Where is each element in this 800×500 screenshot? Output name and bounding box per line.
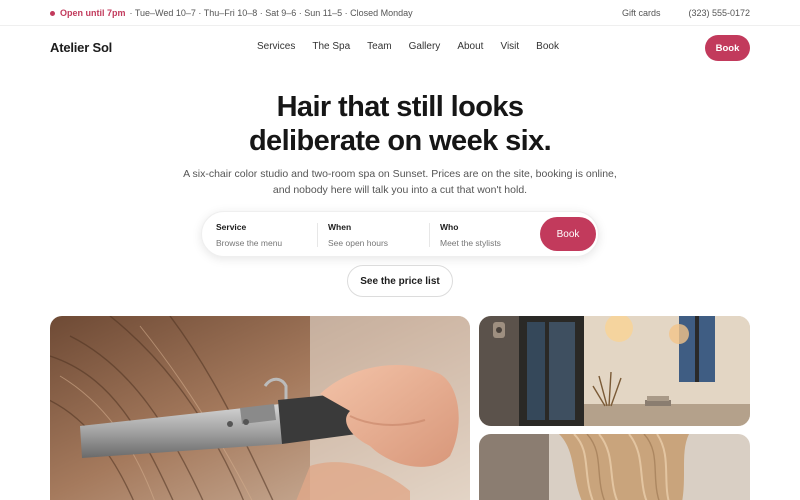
nav-link-book[interactable]: Book (536, 41, 559, 52)
service-value: Browse the menu (216, 238, 283, 248)
nav-link-gallery[interactable]: Gallery (409, 41, 441, 52)
who-value: Meet the stylists (440, 238, 501, 248)
hero-headline: Hair that still looks deliberate on week… (0, 90, 800, 158)
hero-subtitle: A six-chair color studio and two-room sp… (180, 166, 620, 198)
opening-hours: Open until 7pm · Tue–Wed 10–7 · Thu–Fri … (50, 8, 413, 18)
service-label: Service (216, 222, 247, 232)
who-label: Who (440, 222, 459, 232)
when-value: See open hours (328, 238, 389, 248)
search-book-button[interactable]: Book (540, 217, 596, 251)
nav-link-the-spa[interactable]: The Spa (312, 41, 350, 52)
utility-bar: Open until 7pm · Tue–Wed 10–7 · Thu–Fri … (0, 0, 800, 26)
nav-link-about[interactable]: About (457, 41, 483, 52)
nav-link-services[interactable]: Services (257, 41, 295, 52)
open-status: Open until 7pm (60, 8, 126, 18)
open-status-dot-icon (50, 10, 55, 16)
spa-room-photo (479, 316, 750, 426)
divider (429, 223, 430, 247)
hero-headline-line-1: Hair that still looks (276, 91, 524, 123)
booking-search-bar: Service Browse the menu When See open ho… (201, 211, 599, 257)
hero-headline-line-2: deliberate on week six. (248, 125, 552, 157)
divider (317, 223, 318, 247)
hero-subtitle-line-2: and nobody here will talk you into a cut… (272, 184, 528, 196)
service-field[interactable]: Service Browse the menu (216, 222, 282, 248)
curling-iron-photo (50, 316, 470, 500)
nav-link-team[interactable]: Team (367, 41, 391, 52)
wavy-hair-photo (479, 434, 750, 500)
nav-links: Services The Spa Team Gallery About Visi… (257, 41, 576, 52)
hero-subtitle-line-1: A six-chair color studio and two-room sp… (183, 168, 617, 180)
nav-link-visit[interactable]: Visit (500, 41, 519, 52)
gift-cards-link[interactable]: Gift cards (622, 8, 661, 18)
hours-text: · Tue–Wed 10–7 · Thu–Fri 10–8 · Sat 9–6 … (129, 8, 413, 18)
who-field[interactable]: Who Meet the stylists (440, 222, 501, 248)
nav-book-button[interactable]: Book (705, 35, 750, 61)
when-label: When (328, 222, 352, 232)
brand-logo[interactable]: Atelier Sol (50, 40, 112, 55)
phone-link[interactable]: (323) 555-0172 (688, 8, 750, 18)
when-field[interactable]: When See open hours (328, 222, 388, 248)
main-nav: Atelier Sol Services The Spa Team Galler… (0, 26, 800, 70)
price-list-button[interactable]: See the price list (347, 265, 453, 297)
